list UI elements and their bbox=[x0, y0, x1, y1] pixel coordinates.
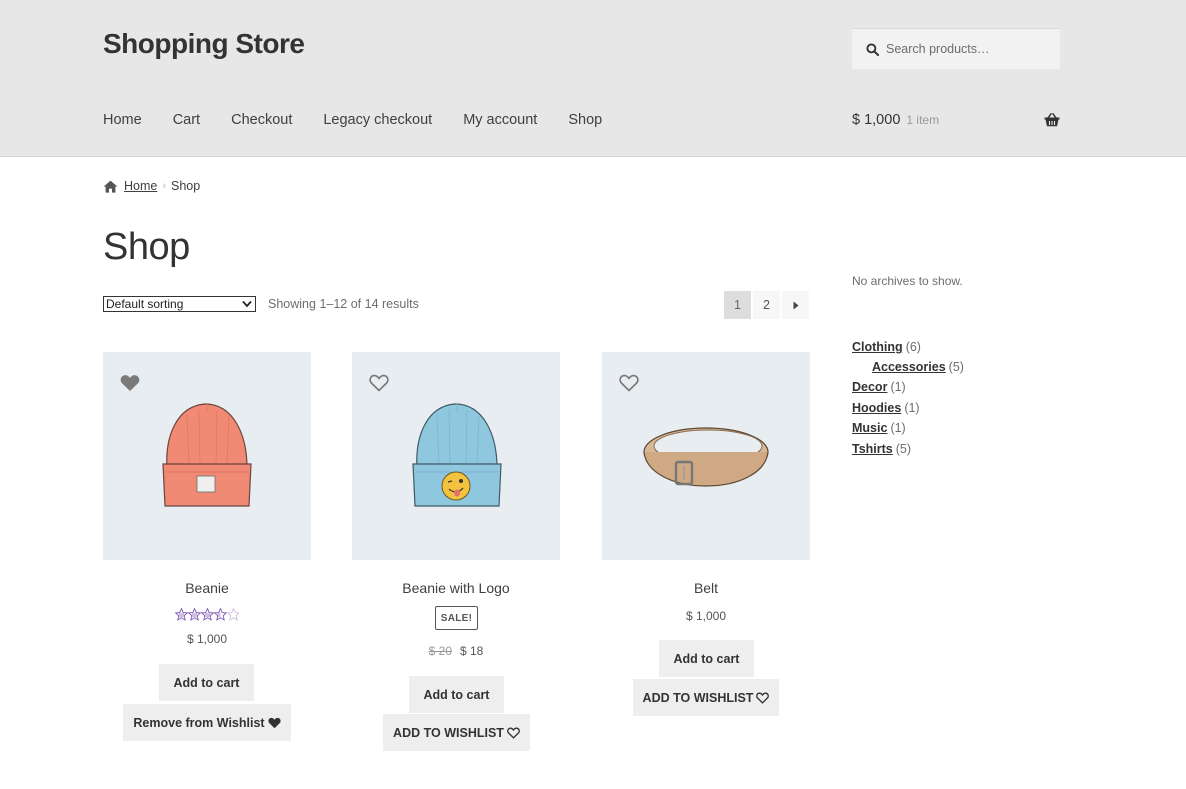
beanie-image bbox=[162, 403, 252, 507]
category-count: (1) bbox=[890, 421, 906, 435]
header-cart[interactable]: $ 1,000 1 item bbox=[852, 112, 1060, 128]
page-1: 1 bbox=[724, 291, 751, 319]
search-icon bbox=[866, 42, 879, 56]
add-to-cart-button[interactable]: Add to cart bbox=[159, 664, 254, 701]
star-rating bbox=[103, 608, 311, 621]
nav-item-cart[interactable]: Cart bbox=[173, 112, 200, 128]
site-header: Shopping Store Search products… Home Car… bbox=[0, 0, 1186, 157]
site-title[interactable]: Shopping Store bbox=[103, 28, 305, 60]
add-to-cart-button[interactable]: Add to cart bbox=[659, 640, 754, 677]
category-item-clothing: Clothing (6) bbox=[852, 340, 921, 354]
wishlist-button-label: ADD TO WISHLIST bbox=[642, 690, 754, 705]
wishlist-button-label: ADD TO WISHLIST bbox=[393, 725, 504, 740]
product-price: $ 1,000 bbox=[186, 632, 228, 646]
pagination: 1 2 bbox=[724, 291, 811, 319]
nav-item-home[interactable]: Home bbox=[103, 112, 142, 128]
archives-empty-text: No archives to show. bbox=[852, 274, 963, 288]
primary-nav: Home Cart Checkout Legacy checkout My ac… bbox=[103, 112, 633, 128]
heart-icon bbox=[268, 717, 281, 728]
product-image[interactable] bbox=[602, 352, 810, 560]
sale-price: $ 18 bbox=[460, 644, 484, 658]
sort-selected-label: Default sorting bbox=[106, 297, 184, 311]
cart-total: $ 1,000 bbox=[852, 112, 901, 128]
category-item-music: Music (1) bbox=[852, 421, 906, 435]
category-link[interactable]: Music bbox=[852, 421, 887, 435]
category-link[interactable]: Clothing bbox=[852, 340, 903, 354]
page-title: Shop bbox=[103, 226, 190, 268]
old-price: $ 20 bbox=[428, 644, 452, 658]
heart-outline-icon bbox=[507, 727, 520, 739]
caret-right-icon bbox=[793, 301, 798, 309]
sale-badge: SALE! bbox=[435, 606, 478, 630]
nav-item-checkout[interactable]: Checkout bbox=[231, 112, 292, 128]
chevron-down-icon bbox=[242, 300, 252, 308]
category-item-tshirts: Tshirts (5) bbox=[852, 442, 911, 456]
breadcrumb: Home › Shop bbox=[103, 179, 200, 193]
breadcrumb-separator-icon: › bbox=[162, 180, 167, 192]
belt-image bbox=[643, 427, 769, 487]
category-count: (5) bbox=[948, 360, 964, 374]
add-to-cart-button[interactable]: Add to cart bbox=[409, 676, 504, 713]
product-title[interactable]: Beanie bbox=[103, 580, 311, 596]
category-count: (6) bbox=[905, 340, 921, 354]
next-page-button[interactable] bbox=[782, 291, 809, 319]
category-count: (5) bbox=[895, 442, 912, 456]
search-field[interactable]: Search products… bbox=[852, 28, 1060, 69]
page-2[interactable]: 2 bbox=[753, 291, 780, 319]
star-icon bbox=[175, 608, 239, 621]
basket-icon bbox=[1044, 113, 1060, 127]
nav-item-shop[interactable]: Shop bbox=[568, 112, 602, 128]
product-price: $ 20 $ 18 bbox=[352, 644, 560, 658]
nav-item-my-account[interactable]: My account bbox=[463, 112, 537, 128]
remove-from-wishlist-button[interactable]: Remove from Wishlist bbox=[123, 704, 291, 741]
heart-icon[interactable] bbox=[619, 374, 639, 392]
heart-icon[interactable] bbox=[120, 374, 140, 392]
add-to-wishlist-button[interactable]: ADD TO WISHLIST bbox=[383, 714, 530, 751]
product-image[interactable] bbox=[103, 352, 311, 560]
category-item-decor: Decor (1) bbox=[852, 380, 906, 394]
product-price: $ 1,000 bbox=[685, 609, 727, 623]
category-count: (1) bbox=[890, 380, 906, 394]
category-link[interactable]: Tshirts bbox=[852, 442, 893, 456]
breadcrumb-home-link[interactable]: Home bbox=[124, 179, 157, 193]
home-icon bbox=[103, 180, 118, 193]
heart-icon[interactable] bbox=[369, 374, 389, 392]
category-link[interactable]: Accessories bbox=[872, 360, 946, 374]
beanie-logo-image bbox=[412, 403, 502, 507]
category-count: (1) bbox=[904, 401, 920, 415]
breadcrumb-current: Shop bbox=[171, 179, 201, 193]
add-to-wishlist-button[interactable]: ADD TO WISHLIST bbox=[633, 679, 779, 716]
sort-select[interactable]: Default sorting bbox=[103, 296, 256, 312]
product-image[interactable] bbox=[352, 352, 560, 560]
category-link[interactable]: Hoodies bbox=[852, 401, 901, 415]
result-count: Showing 1–12 of 14 results bbox=[268, 297, 419, 311]
cart-count: 1 item bbox=[906, 113, 940, 127]
category-item-accessories: Accessories (5) bbox=[872, 360, 964, 374]
product-title[interactable]: Belt bbox=[602, 580, 810, 596]
search-input[interactable]: Search products… bbox=[886, 42, 990, 56]
product-title[interactable]: Beanie with Logo bbox=[352, 580, 560, 596]
heart-outline-icon bbox=[756, 692, 770, 704]
category-link[interactable]: Decor bbox=[852, 380, 887, 394]
category-item-hoodies: Hoodies (1) bbox=[852, 401, 920, 415]
nav-item-legacy-checkout[interactable]: Legacy checkout bbox=[323, 112, 432, 128]
wishlist-button-label: Remove from Wishlist bbox=[133, 715, 265, 730]
